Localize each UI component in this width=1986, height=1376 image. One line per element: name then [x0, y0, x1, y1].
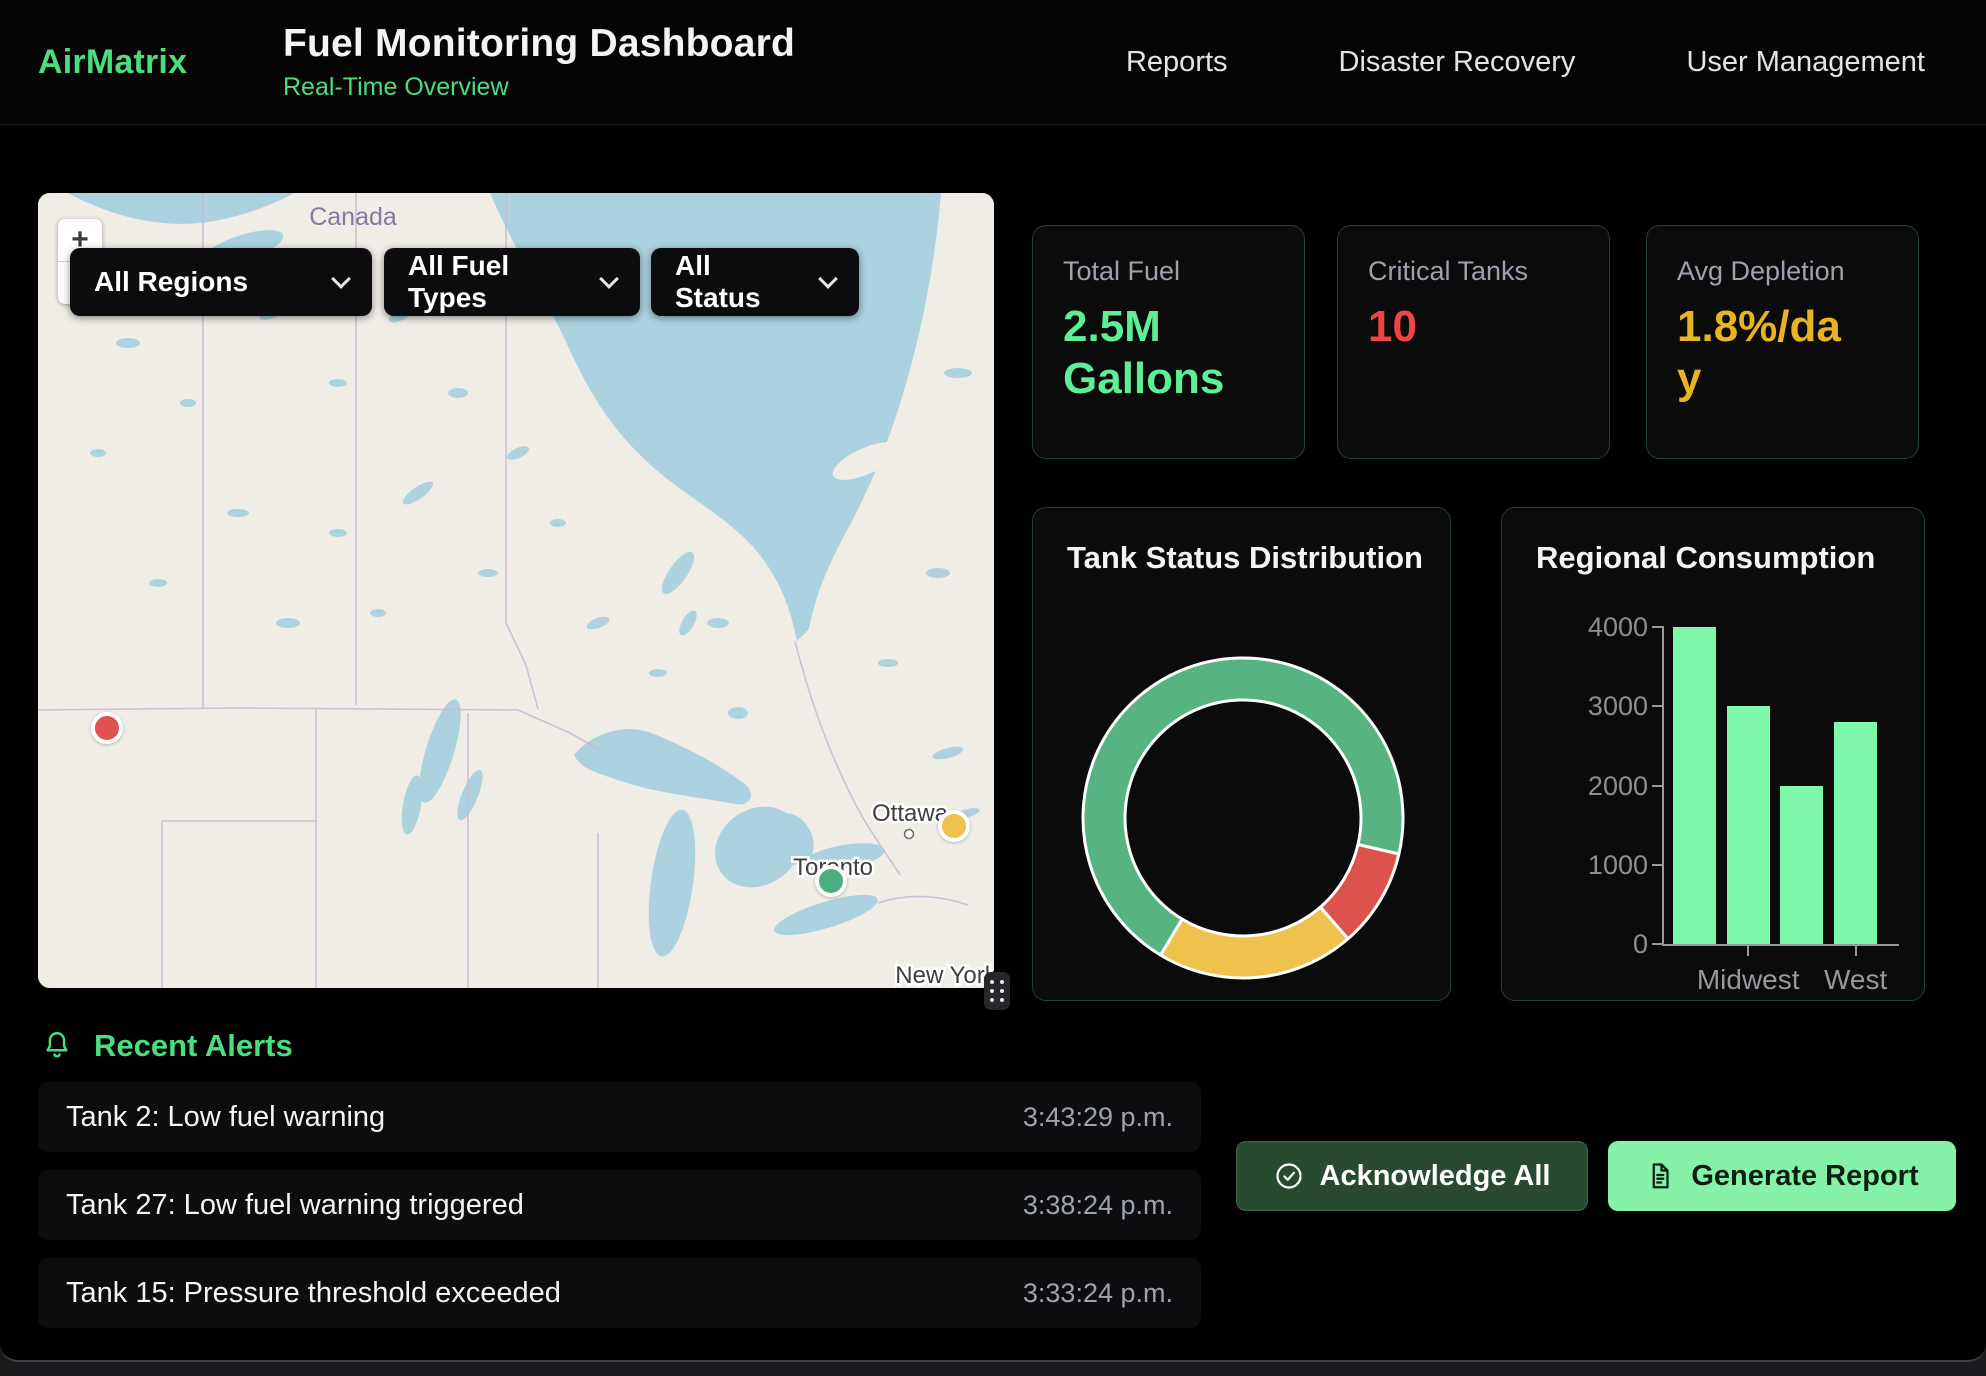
stat-card-avg-depletion: Avg Depletion 1.8%/day	[1646, 225, 1919, 459]
status-filter-dropdown[interactable]: All Status	[651, 248, 859, 316]
chart-title: Tank Status Distribution	[1067, 540, 1423, 576]
main-nav: Reports Disaster Recovery User Managemen…	[1126, 0, 1925, 124]
nav-item-disaster-recovery[interactable]: Disaster Recovery	[1339, 46, 1576, 79]
check-circle-icon	[1274, 1161, 1304, 1191]
alert-message: Tank 15: Pressure threshold exceeded	[66, 1277, 561, 1310]
report-document-icon	[1645, 1161, 1675, 1191]
chevron-down-icon	[818, 269, 838, 289]
alert-row[interactable]: Tank 27: Low fuel warning triggered 3:38…	[38, 1170, 1201, 1240]
fuel-type-filter-value: All Fuel Types	[408, 250, 584, 314]
acknowledge-all-label: Acknowledge All	[1320, 1160, 1551, 1193]
map-marker-normal[interactable]	[815, 865, 847, 897]
bar-1	[1673, 627, 1716, 944]
bell-icon	[40, 1029, 74, 1063]
map-marker-warning[interactable]	[938, 810, 970, 842]
map-resize-handle[interactable]	[984, 972, 1010, 1010]
generate-report-button[interactable]: Generate Report	[1608, 1141, 1956, 1211]
tank-status-distribution-card: Tank Status Distribution	[1032, 507, 1451, 1001]
stat-value-total-fuel: 2.5M Gallons	[1063, 301, 1274, 405]
dashboard-root: AirMatrix Fuel Monitoring Dashboard Real…	[0, 0, 1986, 1362]
generate-report-label: Generate Report	[1691, 1160, 1918, 1193]
alert-row[interactable]: Tank 15: Pressure threshold exceeded 3:3…	[38, 1258, 1201, 1328]
regional-consumption-bar-chart: 01000200030004000MidwestWest	[1662, 627, 1899, 946]
chevron-down-icon	[331, 269, 351, 289]
status-filter-value: All Status	[675, 250, 803, 314]
alert-timestamp: 3:43:29 p.m.	[1023, 1102, 1173, 1133]
title-block: Fuel Monitoring Dashboard Real-Time Over…	[283, 22, 795, 102]
map-marker-critical[interactable]	[91, 712, 123, 744]
bar-2	[1727, 706, 1770, 944]
stat-label: Avg Depletion	[1677, 256, 1888, 287]
alert-message: Tank 2: Low fuel warning	[66, 1101, 385, 1134]
map-label-new-york: New York	[895, 962, 994, 988]
stat-value-critical-tanks: 10	[1368, 301, 1579, 353]
stat-label: Critical Tanks	[1368, 256, 1579, 287]
page-title: Fuel Monitoring Dashboard	[283, 22, 795, 66]
stat-card-critical-tanks: Critical Tanks 10	[1337, 225, 1610, 459]
alert-row[interactable]: Tank 2: Low fuel warning 3:43:29 p.m.	[38, 1082, 1201, 1152]
alert-timestamp: 3:33:24 p.m.	[1023, 1278, 1173, 1309]
nav-item-user-management[interactable]: User Management	[1686, 46, 1925, 79]
regions-filter-dropdown[interactable]: All Regions	[70, 248, 372, 316]
recent-alerts-title: Recent Alerts	[94, 1028, 293, 1064]
nav-item-reports[interactable]: Reports	[1126, 46, 1228, 79]
acknowledge-all-button[interactable]: Acknowledge All	[1236, 1141, 1588, 1211]
page-subtitle: Real-Time Overview	[283, 73, 795, 102]
bar-4	[1834, 722, 1877, 944]
chevron-down-icon	[599, 269, 619, 289]
regions-filter-value: All Regions	[94, 266, 248, 298]
brand-logo: AirMatrix	[38, 0, 187, 124]
tank-locations-map[interactable]: Canada Ottawa Toronto New York + − All R…	[38, 193, 994, 988]
map-label-canada: Canada	[309, 203, 397, 231]
alert-timestamp: 3:38:24 p.m.	[1023, 1190, 1173, 1221]
recent-alerts-header: Recent Alerts	[40, 1028, 293, 1064]
alert-message: Tank 27: Low fuel warning triggered	[66, 1189, 524, 1222]
stat-value-avg-depletion: 1.8%/day	[1677, 301, 1847, 405]
stat-label: Total Fuel	[1063, 256, 1274, 287]
ottawa-town-dot	[905, 830, 914, 839]
header: AirMatrix Fuel Monitoring Dashboard Real…	[0, 0, 1986, 125]
chart-title: Regional Consumption	[1536, 540, 1875, 576]
fuel-type-filter-dropdown[interactable]: All Fuel Types	[384, 248, 640, 316]
x-axis-label: West	[1786, 964, 1926, 996]
stat-card-total-fuel: Total Fuel 2.5M Gallons	[1032, 225, 1305, 459]
regional-consumption-card: Regional Consumption 01000200030004000Mi…	[1501, 507, 1925, 1001]
donut-segment-yellow	[1161, 907, 1348, 978]
bar-3	[1780, 786, 1823, 945]
tank-status-donut-chart	[1073, 648, 1413, 988]
